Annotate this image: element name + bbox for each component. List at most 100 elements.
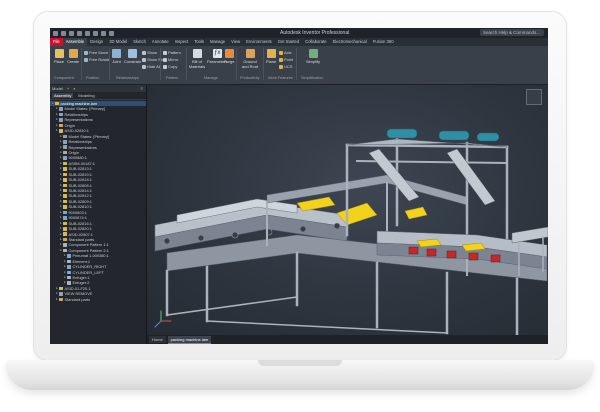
component-icon <box>67 254 71 258</box>
place-icon <box>54 49 64 58</box>
redo-icon[interactable] <box>85 30 90 36</box>
document-tab[interactable]: Home <box>149 336 166 343</box>
panel-simplification-label: Simplification <box>301 76 324 80</box>
constrain-icon <box>128 49 138 58</box>
tab-file[interactable]: File <box>50 38 63 46</box>
menu-icon[interactable]: ≡ <box>141 86 143 91</box>
component-icon <box>63 183 67 188</box>
guide-rail <box>266 174 468 206</box>
panel-pattern-label: Pattern <box>166 76 179 80</box>
tab-get-started[interactable]: Get Started <box>275 38 302 46</box>
frame-beam <box>154 320 162 328</box>
plane-icon <box>266 49 276 58</box>
component-icon <box>67 265 71 269</box>
constrain-button[interactable]: Constrain <box>124 49 141 64</box>
point-button[interactable]: Point <box>279 57 293 62</box>
create-button[interactable]: Create <box>67 49 79 64</box>
save-icon[interactable] <box>69 30 74 36</box>
tab-manage[interactable]: Manage <box>207 38 228 46</box>
free-rotate-button[interactable]: Free Rotate <box>84 57 110 62</box>
tab-annotate[interactable]: Annotate <box>149 38 172 46</box>
ucs-button[interactable]: UCS <box>279 64 292 69</box>
component-icon <box>63 172 67 177</box>
tab-sketch[interactable]: Sketch <box>130 38 149 46</box>
graphics-viewport[interactable] <box>147 85 548 335</box>
model-browser: Model + ⌕ ≡ Assembly Modeling ▸ packing ma… <box>50 85 147 344</box>
component-icon <box>63 194 67 198</box>
component-icon <box>63 167 67 171</box>
move-icon <box>84 50 88 55</box>
component-icon <box>63 156 67 160</box>
ground-and-root-button[interactable]: Ground and Root <box>240 49 260 69</box>
ribbon-tabs: File Assemble Design 3D Model Sketch Annotate… <box>50 38 548 46</box>
component-icon <box>67 275 71 280</box>
open-icon[interactable] <box>61 30 66 36</box>
forge-button[interactable]: Forge <box>224 49 234 64</box>
tab-inspect[interactable]: Inspect <box>172 38 192 46</box>
motor <box>476 132 500 142</box>
new-icon[interactable] <box>53 30 58 36</box>
browser-tab-assembly[interactable]: Assembly <box>52 93 74 98</box>
roller <box>163 237 171 245</box>
simplify-icon <box>308 49 318 58</box>
tab-environments[interactable]: Environments <box>243 38 275 46</box>
laptop-screen: Autodesk Inventor Professional Search He… <box>50 28 548 344</box>
parameters-icon: ƒx <box>212 49 222 58</box>
joint-button[interactable]: Joint <box>112 49 121 64</box>
axis-button[interactable]: Axis <box>279 50 292 55</box>
tab-tools[interactable]: Tools <box>191 38 207 46</box>
show-button[interactable]: Show <box>142 50 157 55</box>
tab-collaborate[interactable]: Collaborate <box>302 38 329 46</box>
ribbon: Place Create Component Free Move Free Ro… <box>50 46 548 85</box>
place-button[interactable]: Place <box>54 49 64 64</box>
tab-fusion-360[interactable]: Fusion 360 <box>370 38 397 46</box>
red-block <box>426 248 437 257</box>
viewcube-icon[interactable] <box>526 89 542 105</box>
copy-button[interactable]: Copy <box>163 64 177 69</box>
ground-and-root-icon <box>245 49 255 58</box>
show-icon <box>142 50 146 55</box>
search-icon[interactable]: ⌕ <box>73 86 75 91</box>
free-move-button[interactable]: Free Move <box>84 50 108 55</box>
simplify-button[interactable]: Simplify <box>306 49 320 64</box>
panel-productivity-label: Productivity <box>240 76 260 80</box>
panel-component-label: Component <box>54 76 74 80</box>
browser-tab-modeling[interactable]: Modeling <box>76 93 96 98</box>
bill-of-materials-button[interactable]: Bill of Materials <box>189 49 205 69</box>
component-icon <box>55 101 59 106</box>
component-icon <box>63 134 67 139</box>
component-icon <box>63 161 67 166</box>
forge-icon <box>224 49 234 58</box>
search-input[interactable]: Search Help & Commands... <box>480 29 544 36</box>
pattern-button[interactable]: Pattern <box>163 50 181 55</box>
panel-separator <box>263 48 264 80</box>
tree-item[interactable]: ▸ Standard parts <box>50 297 146 302</box>
tab-electromechanical[interactable]: Electromechanical <box>330 38 370 46</box>
frame-beam <box>166 296 298 316</box>
browser-add-icon[interactable]: + <box>67 86 69 91</box>
tab-3d-model[interactable]: 3D Model <box>106 38 130 46</box>
plane-button[interactable]: Plane <box>266 49 276 64</box>
red-block <box>446 250 457 259</box>
panel-separator <box>296 48 297 80</box>
undo-icon[interactable] <box>77 30 82 36</box>
title-bar: Autodesk Inventor Professional Search He… <box>50 28 548 38</box>
document-tab[interactable]: packing machine.iam <box>167 335 212 344</box>
component-icon <box>59 107 63 111</box>
chute <box>368 148 420 202</box>
home-icon[interactable] <box>93 30 98 36</box>
tab-assemble[interactable]: Assemble <box>62 38 88 46</box>
select-icon[interactable] <box>101 30 106 36</box>
mirror-button[interactable]: Mirror <box>163 57 178 62</box>
measure-icon[interactable] <box>109 30 114 36</box>
laptop-notch <box>258 360 342 366</box>
tab-design[interactable]: Design <box>87 38 106 46</box>
motor <box>386 128 418 139</box>
tab-view[interactable]: View <box>228 38 243 46</box>
window-title: Autodesk Inventor Professional <box>280 30 350 36</box>
show-sick-icon <box>142 57 146 62</box>
component-icon <box>63 140 67 144</box>
hide-all-button[interactable]: Hide All <box>142 64 161 69</box>
machine-model[interactable] <box>147 85 548 335</box>
panel-separator <box>236 48 237 80</box>
